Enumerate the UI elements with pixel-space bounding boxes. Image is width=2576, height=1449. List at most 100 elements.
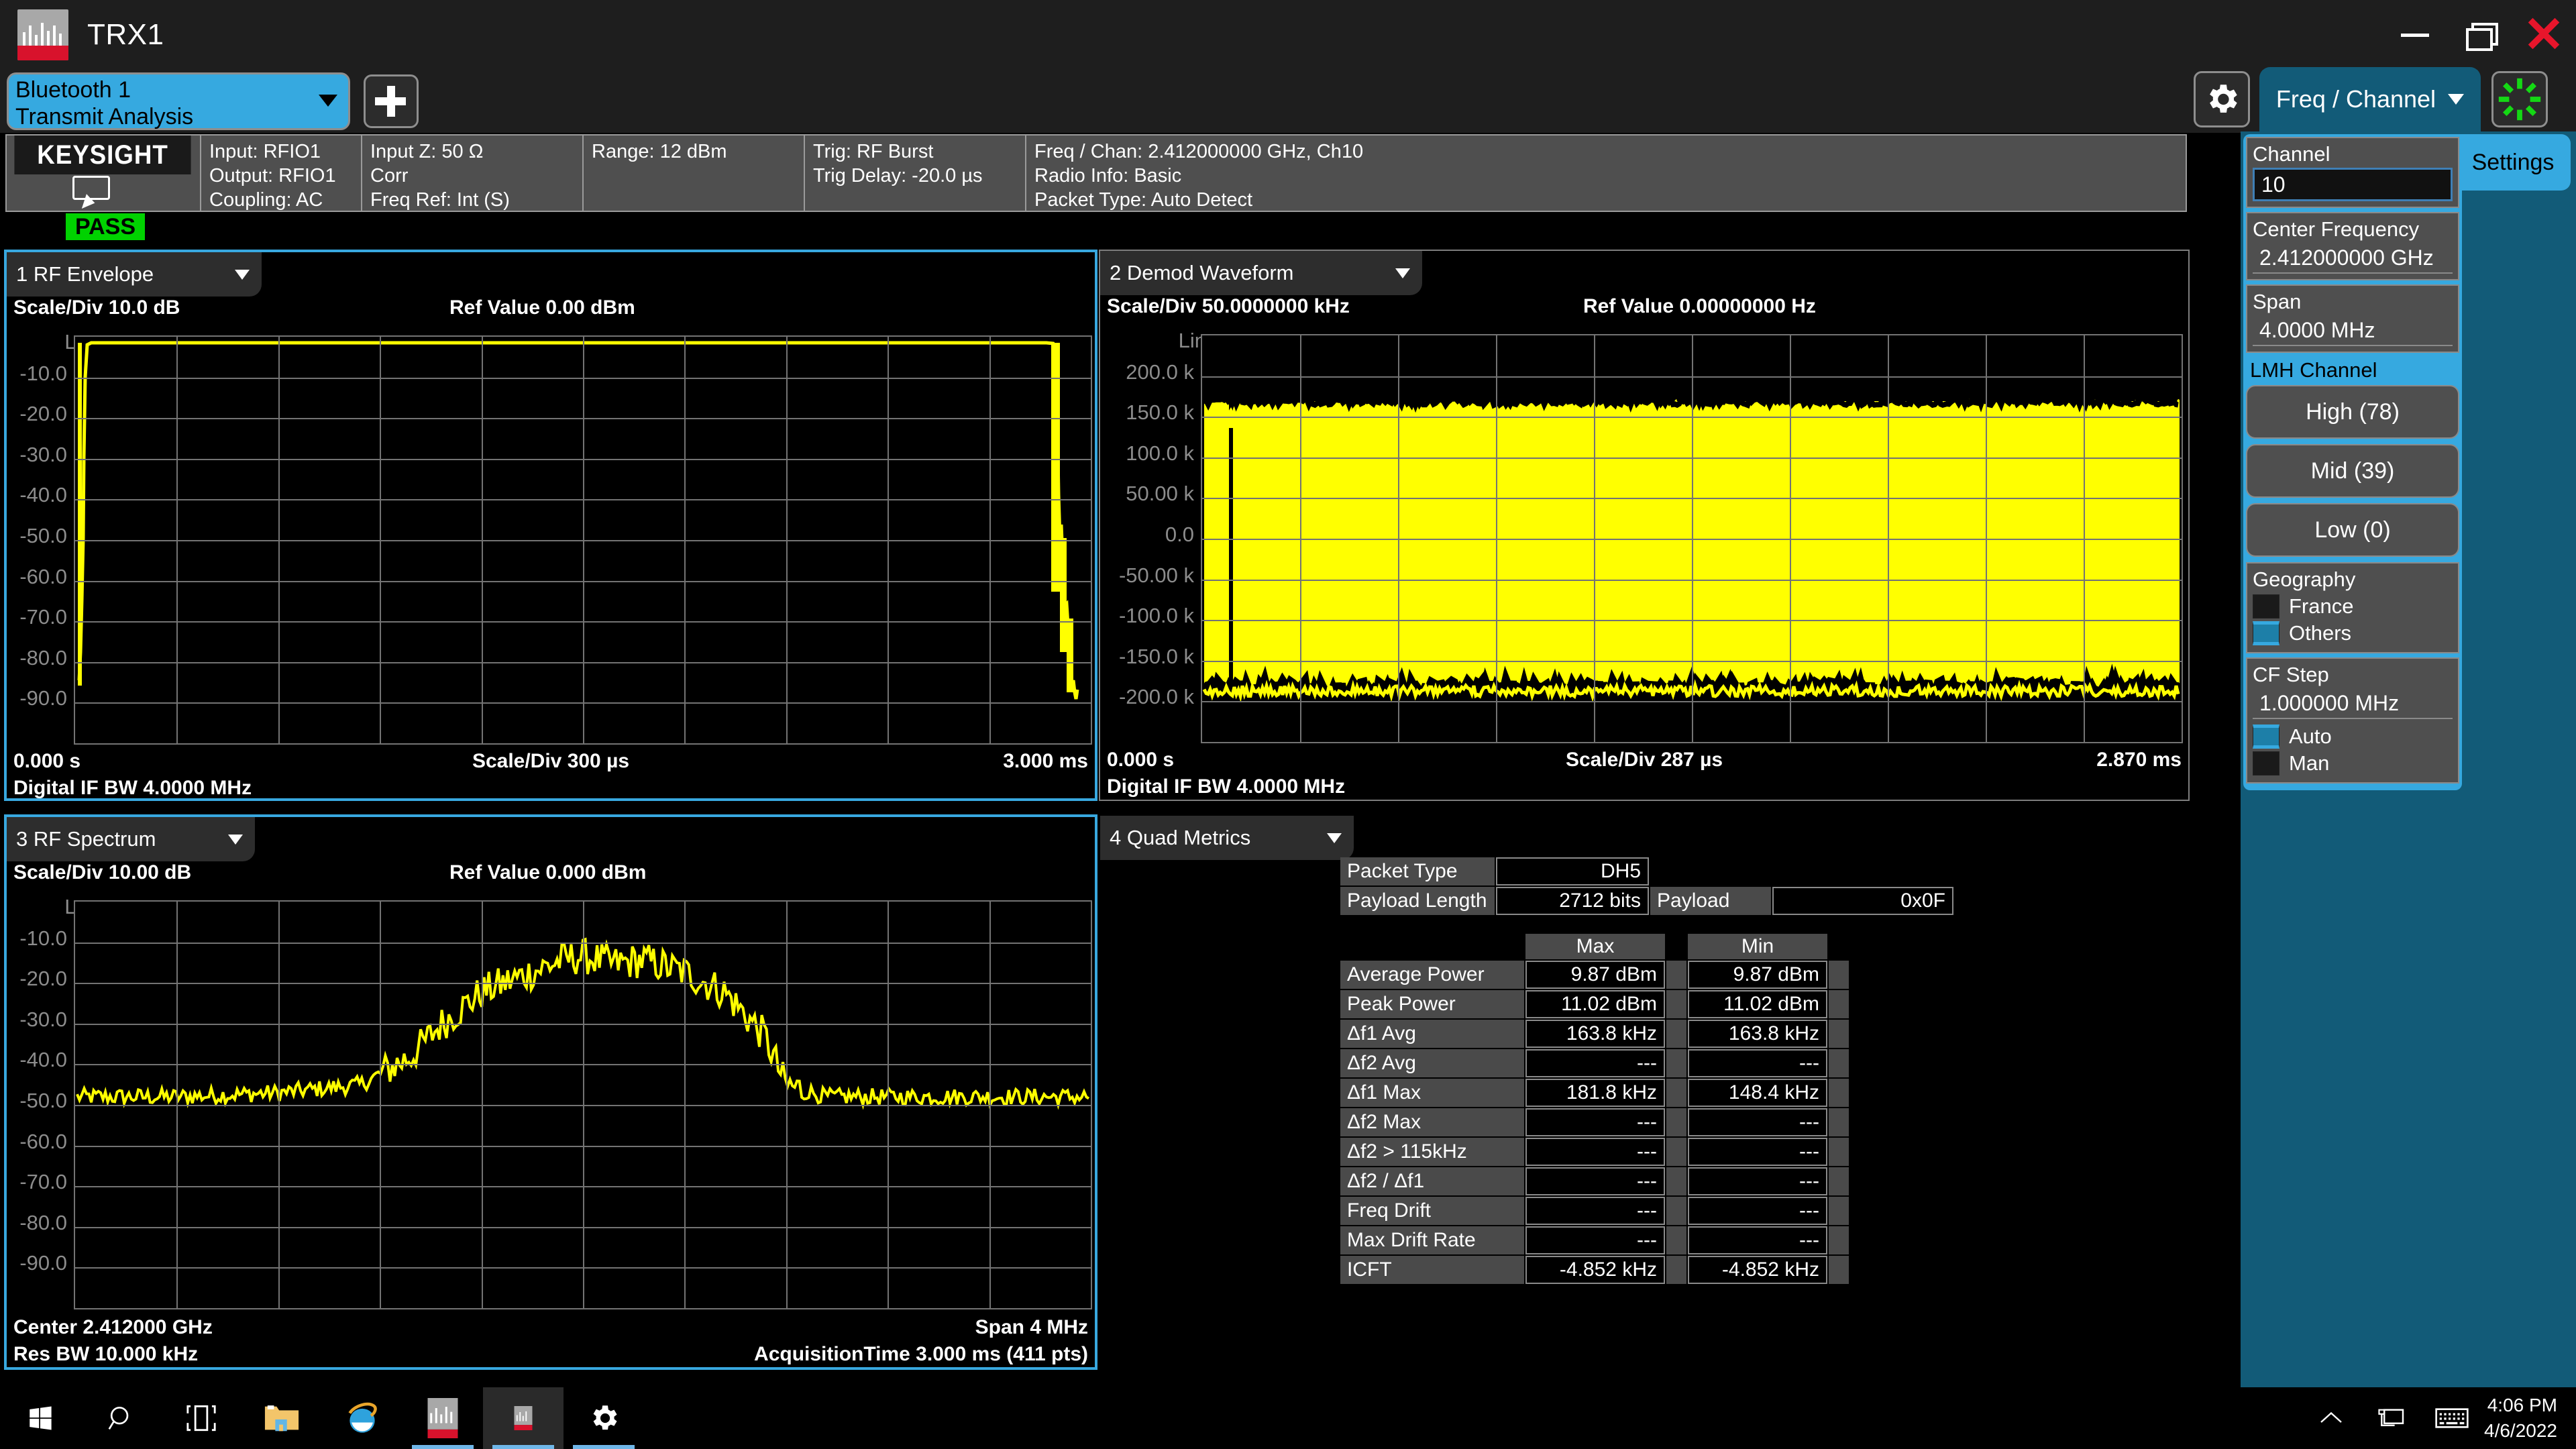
lmh-high-button[interactable]: High (78) [2246,385,2459,439]
grid-line-horizontal [75,540,1091,541]
chevron-down-icon [228,834,243,845]
add-measurement-button[interactable] [364,74,419,128]
busy-indicator-icon[interactable] [2491,71,2548,127]
table-row: Δf2 > 115kHz --- --- [1340,1138,1849,1166]
windows-start-icon[interactable] [0,1387,80,1449]
grid-line-horizontal [1202,539,2182,540]
channel-label: Channel [2253,142,2330,166]
tab-freq-channel[interactable]: Freq / Channel [2259,67,2481,131]
geography-option-france[interactable]: France [2253,593,2453,620]
metric-max-value: 11.02 dBm [1525,990,1665,1018]
grid-line-vertical [989,337,991,743]
lmh-mid-button[interactable]: Mid (39) [2246,444,2459,498]
chevron-up-icon[interactable] [2301,1387,2361,1449]
metric-min-value: 11.02 dBm [1688,990,1827,1018]
geography-option-others[interactable]: Others [2253,620,2453,647]
metrics-table: Max Min Average Power 9.87 dBm 9.87 dBm Peak … [1339,932,1850,1285]
search-icon[interactable] [80,1387,161,1449]
panel-rf-spectrum[interactable]: 3 RF Spectrum Scale/Div 10.00 dB Ref Val… [4,814,1097,1370]
grid-line-vertical [684,337,686,743]
geography-control[interactable]: Geography France Others [2246,562,2459,653]
settings-gear-icon[interactable] [564,1387,644,1449]
panel-demod-waveform-header[interactable]: 2 Demod Waveform [1100,251,1422,295]
metric-limit-indicator [1666,1226,1686,1254]
table-row: Δf2 / Δf1 --- --- [1340,1167,1849,1195]
instrument-app-active-icon[interactable] [483,1387,564,1449]
metric-limit-indicator [1829,961,1849,989]
geography-label: Geography [2253,568,2356,591]
instrument-icon [17,9,68,60]
y-axis-tick: -20.0 [19,967,67,991]
gear-icon[interactable] [2194,71,2250,127]
y-axis-tick: -50.00 k [1118,563,1194,587]
plot-area-demod-waveform[interactable] [1201,334,2183,743]
span: Span 4 MHz [975,1316,1088,1338]
clock[interactable]: 4:06 PM 4/6/2022 [2484,1393,2557,1444]
span-control[interactable]: Span 4.0000 MHz [2246,284,2459,353]
y-axis-tick: 100.0 k [1126,441,1194,465]
settings-tab[interactable]: Settings [2455,134,2571,191]
channel-input[interactable]: 10 [2253,168,2453,201]
mode-selector[interactable]: Bluetooth 1 Transmit Analysis [7,72,350,130]
grid-line-horizontal [75,1186,1091,1188]
metric-limit-indicator [1666,1108,1686,1136]
grid-line-horizontal [1202,701,2182,703]
metric-limit-indicator [1829,1020,1849,1048]
minimize-button[interactable] [2383,0,2447,70]
center-frequency-control[interactable]: Center Frequency 2.412000000 GHz [2246,212,2459,280]
metric-limit-indicator [1829,990,1849,1018]
clock-date: 4/6/2022 [2484,1420,2557,1441]
chevron-down-icon [319,95,337,107]
panel-rf-envelope[interactable]: 1 RF Envelope Scale/Div 10.0 dB Ref Valu… [4,250,1097,801]
monitor-icon[interactable] [2361,1387,2422,1449]
close-button[interactable]: ✕ [2512,0,2576,70]
instrument-app-icon[interactable] [402,1387,483,1449]
internet-explorer-icon[interactable] [322,1387,402,1449]
restore-button[interactable] [2447,0,2512,70]
cf-step-option-man[interactable]: Man [2253,750,2453,777]
y-axis-tick: -200.0 k [1118,685,1194,709]
cf-step-control[interactable]: CF Step 1.000000 MHz Auto Man [2246,657,2459,784]
x-end: 2.870 ms [2096,749,2182,771]
channel-control[interactable]: Channel 10 [2246,137,2459,208]
panel-demod-waveform[interactable]: 2 Demod Waveform Scale/Div 50.0000000 kH… [1099,250,2190,801]
center-frequency-input[interactable]: 2.412000000 GHz [2253,243,2453,274]
cf-step-option-auto[interactable]: Auto [2253,723,2453,750]
plot-area-rf-envelope[interactable] [74,335,1092,745]
table-row: Freq Drift --- --- [1340,1197,1849,1225]
info-cell-impedance: Input Z: 50 Ω Corr Freq Ref: Int (S) [362,136,584,211]
info-line: Freq / Chan: 2.412000000 GHz, Ch10 [1034,141,1364,162]
metric-limit-indicator [1829,1226,1849,1254]
column-header-max: Max [1525,934,1665,959]
panel-rf-spectrum-header[interactable]: 3 RF Spectrum [7,817,255,861]
info-cell-trigger: Trig: RF Burst Trig Delay: -20.0 µs [805,136,1026,211]
lmh-low-button[interactable]: Low (0) [2246,503,2459,557]
table-row: Δf1 Avg 163.8 kHz 163.8 kHz [1340,1020,1849,1048]
panel-quad-metrics-header[interactable]: 4 Quad Metrics [1100,816,1354,860]
table-row: Max Drift Rate --- --- [1340,1226,1849,1254]
table-row: Average Power 9.87 dBm 9.87 dBm [1340,961,1849,989]
res-bw: Res BW 10.000 kHz [13,1343,199,1365]
file-explorer-icon[interactable] [241,1387,322,1449]
info-line: Trig Delay: -20.0 µs [813,165,983,186]
span-label: Span [2253,290,2302,313]
keyboard-icon[interactable] [2422,1387,2482,1449]
cf-step-input[interactable]: 1.000000 MHz [2253,688,2453,719]
panel-title: 1 RF Envelope [16,262,154,286]
task-view-icon[interactable] [161,1387,241,1449]
plot-area-rf-spectrum[interactable] [74,900,1092,1309]
y-axis-tick: -90.0 [19,686,67,710]
panel-rf-envelope-header[interactable]: 1 RF Envelope [7,252,262,297]
info-line: Radio Info: Basic [1034,165,1182,186]
metric-limit-indicator [1666,1049,1686,1077]
panel-quad-metrics[interactable]: 4 Quad Metrics Packet Type DH5 Payload L… [1099,814,2190,1370]
info-line: Packet Type: Auto Detect [1034,189,1253,211]
metric-limit-indicator [1829,1138,1849,1166]
cf-step-label: CF Step [2253,663,2329,686]
metric-min-value: --- [1688,1226,1827,1254]
metric-min-value: --- [1688,1138,1827,1166]
span-input[interactable]: 4.0000 MHz [2253,315,2453,346]
radio-indicator-selected [2253,621,2279,645]
metric-limit-indicator [1666,1256,1686,1284]
metric-limit-indicator [1829,1049,1849,1077]
